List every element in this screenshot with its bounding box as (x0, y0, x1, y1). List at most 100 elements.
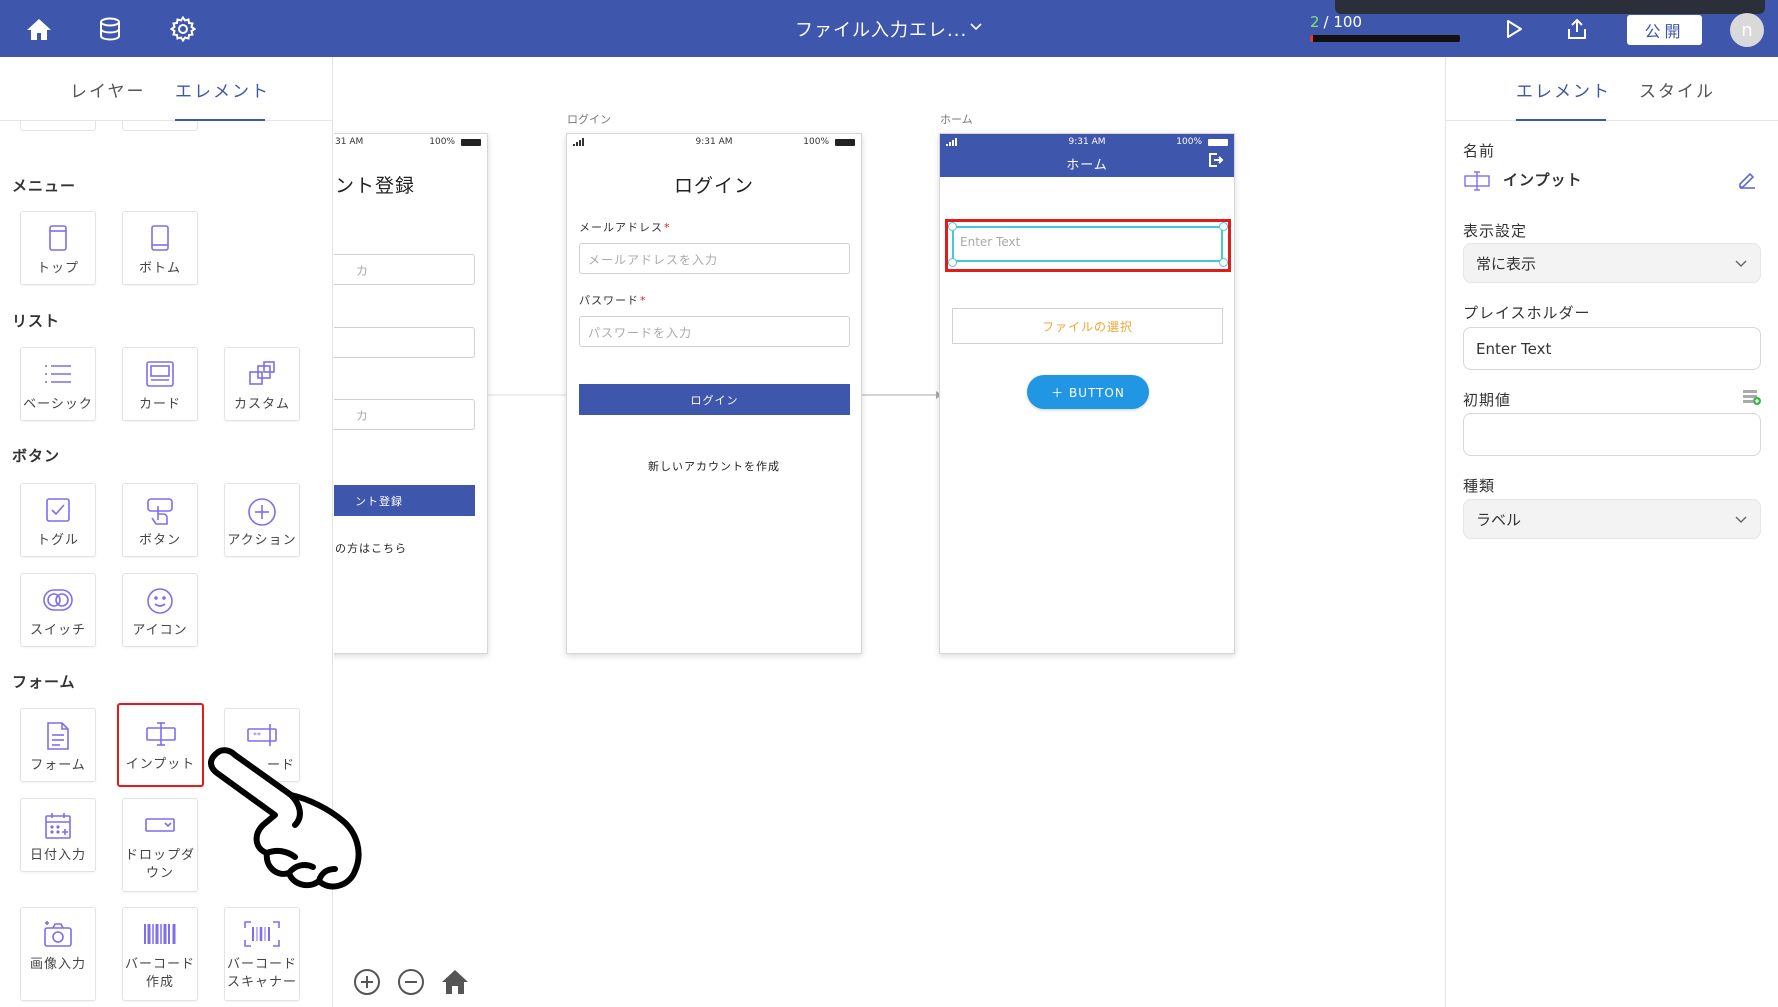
tile-dropdown[interactable]: ドロップダ ウン (122, 798, 198, 892)
element-name-row: インプット (1463, 167, 1763, 193)
tile-barcode-create[interactable]: バーコード 作成 (122, 907, 198, 1001)
screen-connectors (488, 391, 942, 399)
avatar[interactable]: n (1730, 13, 1764, 47)
email-input[interactable] (334, 327, 475, 358)
share-icon[interactable] (1560, 12, 1594, 46)
element-name: インプット (1503, 171, 1583, 189)
login-link[interactable]: の方はこちら (335, 540, 487, 556)
tile-custom-list[interactable]: カスタム (224, 347, 300, 421)
tile-label: 日付入力 (29, 848, 86, 863)
tile-form[interactable]: フォーム (20, 708, 96, 782)
email-input[interactable]: メールアドレスを入力 (579, 243, 850, 274)
visibility-select[interactable]: 常に表示 (1463, 243, 1761, 283)
tile-label: トップ (36, 261, 79, 276)
checkbox-icon (21, 496, 95, 528)
tile-icon[interactable]: アイコン (122, 573, 198, 647)
home-view-icon[interactable] (440, 967, 470, 997)
svg-text:**: ** (253, 731, 261, 740)
resize-handle[interactable] (1219, 258, 1228, 267)
tab-element[interactable]: エレメント (1516, 77, 1611, 102)
tile-basic-list[interactable]: ベーシック (20, 347, 96, 421)
chevron-down-icon[interactable] (969, 18, 983, 37)
tab-layers[interactable]: レイヤー (70, 77, 146, 102)
initial-value-input[interactable] (1463, 413, 1761, 456)
file-select-button[interactable]: ファイルの選択 (952, 308, 1223, 344)
gear-icon[interactable] (166, 12, 200, 46)
tile-top[interactable]: トップ (20, 211, 96, 285)
zoom-in-icon[interactable] (352, 967, 382, 997)
section-button: ボタン (12, 447, 61, 465)
name-input[interactable]: カ (334, 254, 475, 285)
counter-current: 2 (1310, 13, 1320, 31)
placeholder-input[interactable]: Enter Text (1463, 327, 1761, 370)
tab-elements[interactable]: エレメント (175, 77, 270, 102)
form-document-icon (21, 721, 95, 753)
battery-icon (461, 139, 481, 146)
text-input-icon (119, 720, 202, 752)
tile-date-input[interactable]: 日付入力 (20, 798, 96, 872)
create-account-link[interactable]: 新しいアカウントを作成 (567, 458, 861, 474)
tile-label: インプット (125, 757, 196, 772)
tile-label: アイコン (132, 623, 188, 638)
bottom-menu-icon (123, 224, 197, 256)
play-icon[interactable] (1497, 12, 1531, 46)
resize-handle[interactable] (948, 222, 957, 231)
logout-icon[interactable] (1208, 152, 1224, 168)
tile-label: フォーム (30, 758, 86, 773)
screen-label-home: ホーム (940, 113, 973, 126)
tile-label-line: スキャナー (226, 975, 297, 990)
tile-label: トグル (36, 533, 79, 548)
tile-label-line: ドロップダ (124, 848, 195, 863)
signup-button[interactable]: ント登録 (334, 485, 475, 516)
tile-card-list[interactable]: カード (122, 347, 198, 421)
tile-switch[interactable]: スイッチ (20, 573, 96, 647)
password-input[interactable]: カ (334, 399, 475, 430)
tile-label-line: ウン (145, 866, 174, 881)
screen-signup[interactable]: 31 AM 100% ント登録 カ カ ント登録 の方はこちら (334, 133, 488, 654)
tile-label: 画像入力 (29, 957, 86, 972)
zoom-out-icon[interactable] (396, 967, 426, 997)
tile-partial (20, 121, 96, 131)
tile-label-line: バーコード (226, 957, 297, 972)
tile-toggle[interactable]: トグル (20, 483, 96, 557)
screen-progress-bar (1310, 35, 1460, 42)
screen-title: ログイン (673, 175, 754, 197)
status-bar: 9:31 AM 100% (567, 134, 861, 150)
tile-input[interactable]: インプット (117, 703, 204, 787)
chevron-down-icon (1735, 260, 1747, 267)
top-menu-icon (21, 224, 95, 256)
canvas[interactable]: 31 AM 100% ント登録 カ カ ント登録 の方はこちら ログイン 9:3… (334, 57, 1445, 1007)
data-bind-icon[interactable] (1742, 388, 1762, 406)
enter-text-input[interactable]: Enter Text (952, 226, 1223, 262)
screen-login[interactable]: 9:31 AM 100% ログイン メールアドレス* メールアドレスを入力 パス… (566, 133, 862, 654)
required-mark: * (664, 221, 671, 234)
resize-handle[interactable] (948, 258, 957, 267)
initial-value-label: 初期値 (1463, 391, 1512, 409)
database-icon[interactable] (93, 12, 127, 46)
add-button[interactable]: ＋ BUTTON (1027, 375, 1149, 409)
type-select[interactable]: ラベル (1463, 499, 1761, 539)
tile-button[interactable]: ボタン (122, 483, 198, 557)
edit-pencil-icon[interactable] (1737, 169, 1757, 189)
password-label: パスワード* (579, 292, 647, 308)
top-bar: ファイル入力エレ... 2/ 100 公開 n (0, 0, 1778, 57)
publish-button[interactable]: 公開 (1627, 15, 1702, 45)
screen-label-login: ログイン (567, 113, 611, 126)
login-button[interactable]: ログイン (579, 384, 850, 415)
password-input[interactable]: パスワードを入力 (579, 316, 850, 347)
password-label-text: パスワード (579, 294, 639, 307)
tab-style[interactable]: スタイル (1639, 77, 1715, 102)
tile-action[interactable]: アクション (224, 483, 300, 557)
tile-label: ベーシック (23, 397, 93, 412)
tile-label: ボトム (138, 261, 181, 276)
tile-image-input[interactable]: 画像入力 (20, 907, 96, 1001)
tile-barcode-scanner[interactable]: バーコードスキャナー (224, 907, 300, 1001)
home-icon[interactable] (22, 12, 56, 46)
resize-handle[interactable] (1219, 222, 1228, 231)
screen-home[interactable]: 9:31 AM 100% ホーム Enter Text ファイルの選択 ＋ BU… (939, 133, 1235, 654)
tile-bottom[interactable]: ボトム (122, 211, 198, 285)
section-form: フォーム (12, 673, 76, 691)
project-title[interactable]: ファイル入力エレ... (795, 16, 967, 42)
section-list: リスト (12, 312, 61, 330)
dropdown-icon (123, 811, 197, 843)
